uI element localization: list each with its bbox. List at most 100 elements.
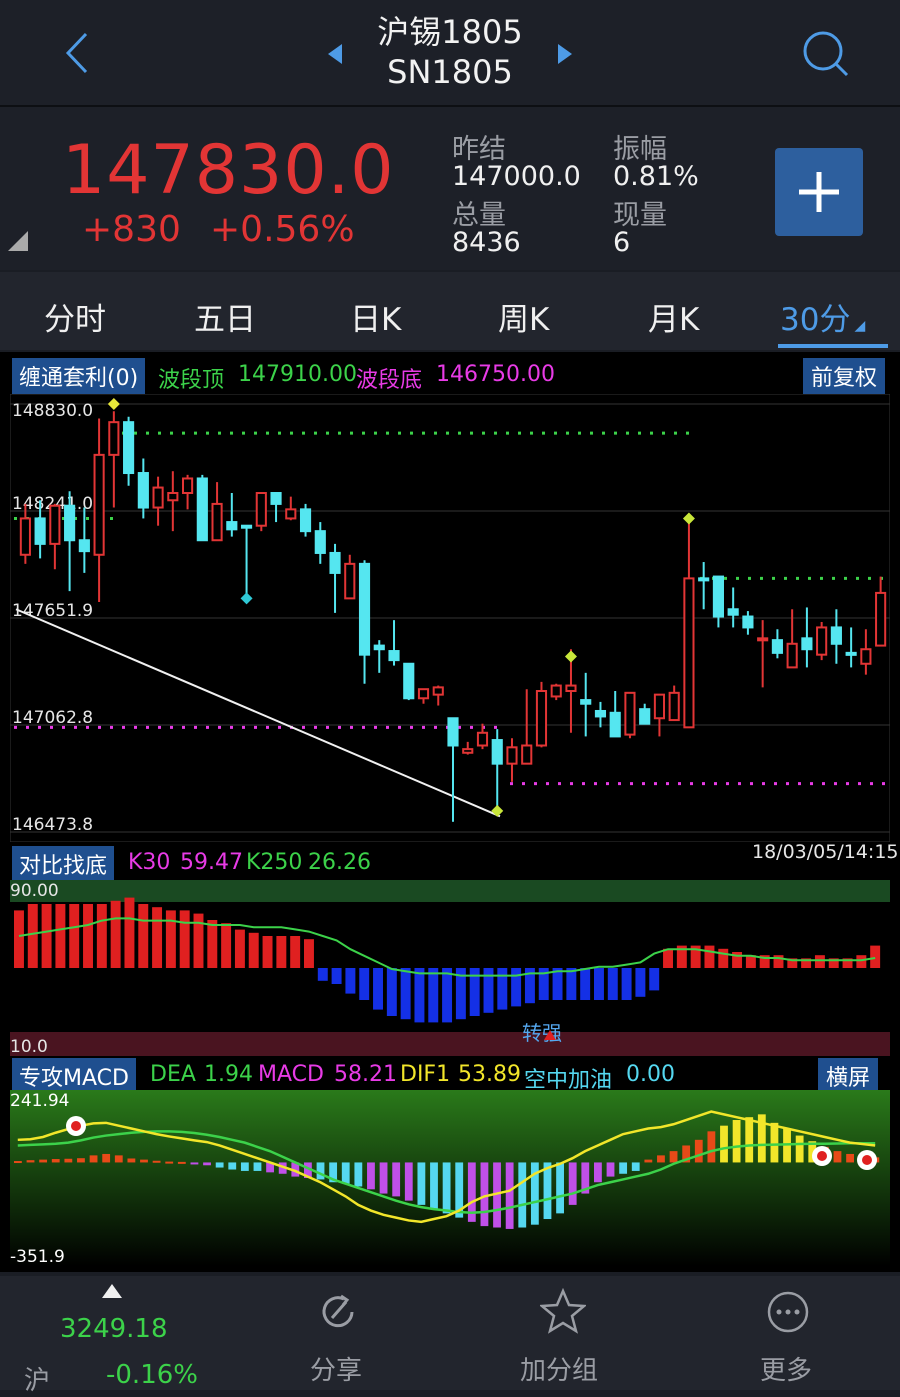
ind2-bar (400, 968, 411, 1020)
quote-panel: 147830.0 +830 +0.56% 昨结 147000.0 总量 8436… (0, 107, 900, 270)
search-icon[interactable] (800, 28, 852, 80)
candlestick-chart[interactable]: 148830.0148241.0147651.9147062.8146473.8 (10, 394, 890, 842)
ind2-bar (621, 968, 632, 1000)
candle-body (830, 626, 842, 645)
landscape-button[interactable]: 横屏 (818, 1058, 879, 1094)
index-change: -0.16% (106, 1360, 198, 1390)
candle-body (34, 517, 46, 545)
macd-bar (745, 1117, 754, 1163)
ind2-bar (27, 904, 38, 968)
candle-body (344, 562, 356, 600)
ind2-bar (566, 968, 577, 1000)
index-value[interactable]: 3249.18 (60, 1314, 168, 1344)
adjust-button[interactable]: 前复权 (803, 358, 886, 394)
candle-body (182, 477, 194, 495)
tab-monthly-k[interactable]: 月K (648, 294, 699, 339)
share-button[interactable]: 分享 (290, 1286, 384, 1386)
ind2-name[interactable]: 对比找底 (12, 846, 115, 882)
macd-chart[interactable]: 241.94 -351.9 (10, 1090, 890, 1266)
tab-weekly-k[interactable]: 周K (498, 294, 549, 339)
macd-bar (669, 1151, 678, 1163)
candle-body (801, 637, 813, 651)
ind2-chart[interactable]: 90.00 10.0 转强 (10, 880, 890, 1056)
macd-bar (51, 1159, 60, 1163)
add-watchlist-button[interactable] (775, 148, 863, 236)
tab-intraday[interactable]: 分时 (44, 294, 106, 339)
candle-body (388, 650, 400, 662)
chart-area[interactable]: 缠通套利(0) 波段顶 147910.00 波段底 146750.00 前复权 … (0, 352, 900, 1272)
ind2-bar (428, 968, 439, 1023)
candle-body (476, 731, 489, 747)
macd-bar (253, 1162, 262, 1171)
tab-30min[interactable]: 30分 ◢ (780, 294, 865, 339)
candle-body (786, 642, 798, 669)
back-arrow-icon[interactable] (58, 30, 98, 76)
macd-bar (64, 1158, 73, 1163)
candle-body (196, 477, 208, 542)
contract-name: 沪锡1805 (377, 13, 523, 51)
macd-bar (606, 1162, 615, 1177)
candle-body (447, 717, 459, 747)
app-header: 沪锡1805 SN1805 (0, 0, 900, 107)
candle-body (123, 421, 135, 475)
ind2-bar (69, 904, 80, 968)
macd-bar (430, 1162, 438, 1210)
ind2-bar (497, 968, 508, 1010)
candle-body (373, 644, 385, 651)
candle-body (506, 746, 518, 765)
ind2-bar (663, 948, 673, 968)
macd-bar (518, 1162, 527, 1228)
candle-body (255, 492, 267, 527)
active-tab-indicator (778, 344, 888, 348)
macd-bar (127, 1158, 136, 1163)
candle-body (639, 708, 651, 725)
more-button[interactable]: 更多 (754, 1286, 824, 1386)
ind2-bar (165, 910, 176, 968)
dea-label: DEA (150, 1062, 196, 1087)
candle-body (137, 472, 149, 509)
macd-bar (770, 1122, 779, 1163)
candle-body (64, 504, 76, 542)
bottom-nav: 3249.18 沪 -0.16% 分享 加分组 更多 (0, 1276, 900, 1396)
macd-bar (240, 1162, 249, 1171)
ind2-bar (234, 929, 245, 968)
macd-bar (77, 1158, 85, 1163)
share-label: 分享 (310, 1356, 363, 1386)
chart-timestamp: 18/03/05/14:15 (752, 841, 899, 863)
ind2-bar (110, 900, 121, 968)
main-indicator-name[interactable]: 缠通套利(0) (12, 358, 146, 394)
candle-body (845, 651, 857, 656)
macd-bar (543, 1162, 552, 1220)
ind2-y-bottom: 10.0 (10, 1037, 48, 1056)
ind2-bar (594, 968, 604, 1000)
volume-value: 8436 (452, 227, 521, 258)
index-name: 沪 (24, 1366, 51, 1396)
ind2-bar (124, 897, 135, 968)
macd-bar (657, 1155, 665, 1163)
sell-signal-marker-core (817, 1151, 827, 1161)
macd-bar (417, 1162, 426, 1205)
macd-bar (505, 1162, 514, 1229)
ind3-name[interactable]: 专攻MACD (12, 1058, 136, 1094)
ind2-bar (331, 968, 342, 984)
macd-bar (480, 1162, 489, 1227)
corner-triangle-icon (8, 231, 28, 251)
candle-body (299, 508, 312, 533)
candle-body (653, 693, 666, 720)
candle-body (462, 748, 474, 754)
candle-body (668, 691, 680, 722)
wave-top-value: 147910.00 (238, 362, 357, 387)
tab-daily-k[interactable]: 日K (350, 294, 401, 339)
candle-body (314, 530, 326, 554)
macd-bar (619, 1162, 628, 1174)
ind2-bar (704, 945, 715, 968)
candle-body (19, 517, 31, 556)
price-change: +830 (82, 209, 181, 250)
next-contract-icon[interactable] (556, 42, 574, 66)
ind2-bar (386, 968, 397, 1016)
period-tabs: 分时 五日 日K 周K 月K 30分 ◢ (0, 272, 900, 350)
ind2-bar (262, 936, 273, 968)
add-group-button[interactable]: 加分组 (510, 1286, 620, 1386)
macd-bar (114, 1155, 123, 1163)
tab-five-day[interactable]: 五日 (194, 294, 256, 339)
